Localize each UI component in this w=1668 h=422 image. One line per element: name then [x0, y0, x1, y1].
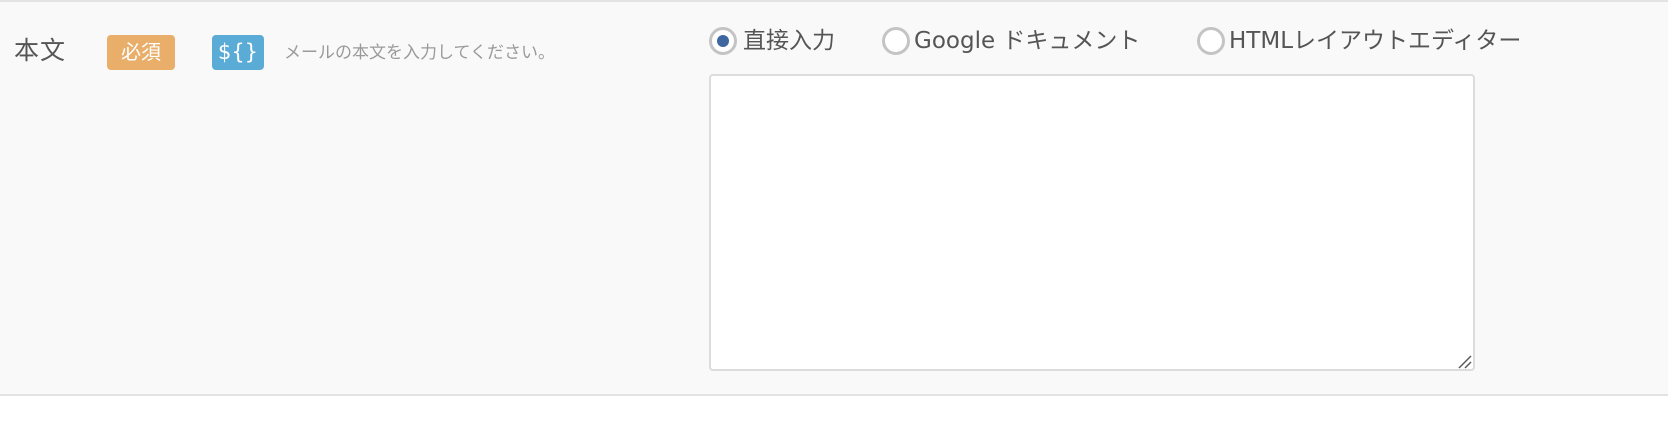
radio-button-icon[interactable]: [882, 27, 910, 55]
radio-button-checked-icon[interactable]: [709, 27, 737, 55]
required-badge: 必須: [107, 35, 175, 70]
radio-button-icon[interactable]: [1197, 27, 1225, 55]
field-label: 本文: [14, 36, 67, 65]
radio-html-layout-editor[interactable]: HTMLレイアウトエディター: [1197, 22, 1521, 60]
radio-direct-input[interactable]: 直接入力: [709, 22, 835, 60]
field-hint: メールの本文を入力してください。: [284, 43, 555, 63]
insert-variable-button[interactable]: ${}: [212, 35, 264, 70]
mail-body-field-row: 本文 必須 ${} メールの本文を入力してください。 直接入力 Google ド…: [0, 0, 1668, 396]
radio-label: HTMLレイアウトエディター: [1229, 28, 1522, 54]
resize-handle-icon[interactable]: [1456, 353, 1472, 369]
radio-label: Google ドキュメント: [914, 28, 1141, 54]
mail-body-textarea[interactable]: [709, 74, 1475, 371]
radio-label: 直接入力: [743, 28, 835, 54]
radio-google-docs[interactable]: Google ドキュメント: [882, 22, 1140, 60]
